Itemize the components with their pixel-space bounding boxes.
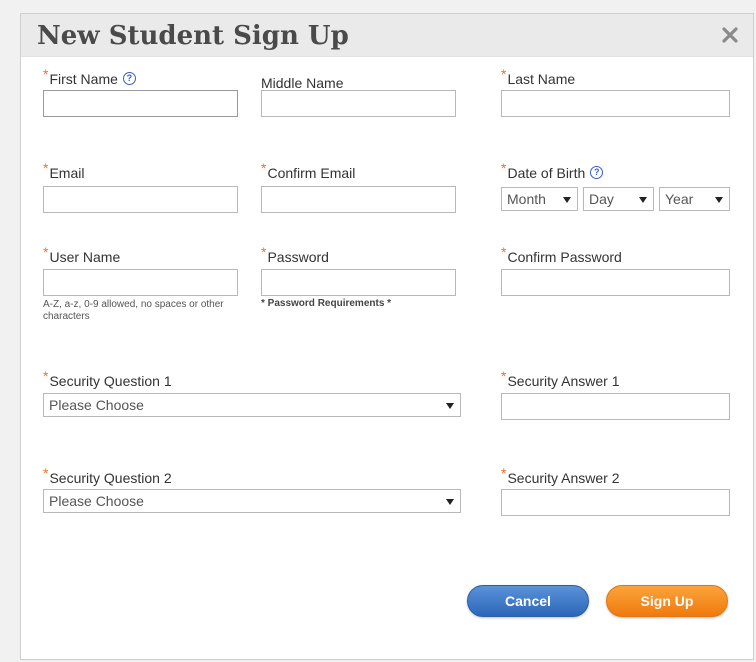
required-marker: * [501,465,507,481]
password-label: *Password [261,244,329,265]
dialog-title: New Student Sign Up [37,21,349,51]
required-marker: * [501,160,507,176]
dob-month-select[interactable]: Month [501,187,578,211]
date-of-birth-label: *Date of Birth? [501,160,604,182]
security-answer-1-label: *Security Answer 1 [501,368,620,389]
email-input[interactable] [43,186,238,213]
sign-up-button[interactable]: Sign Up [606,585,728,617]
security-answer-2-label: *Security Answer 2 [501,465,620,486]
user-name-label: *User Name [43,244,121,265]
security-question-2-select[interactable]: Please Choose [43,489,461,513]
required-marker: * [43,66,49,82]
last-name-label: *Last Name [501,66,576,87]
password-input[interactable] [261,269,456,296]
security-question-1-label: *Security Question 1 [43,368,172,389]
required-marker: * [43,465,49,481]
chevron-down-icon [446,403,454,409]
dob-year-select[interactable]: Year [659,187,730,211]
security-question-1-select[interactable]: Please Choose [43,393,461,417]
middle-name-input[interactable] [261,90,456,117]
help-icon[interactable]: ? [122,72,136,85]
first-name-label: *First Name? [43,66,136,88]
required-marker: * [43,368,49,384]
dob-day-select[interactable]: Day [583,187,654,211]
required-marker: * [501,368,507,384]
confirm-email-label: *Confirm Email [261,160,356,181]
last-name-input[interactable] [501,90,730,117]
required-marker: * [43,160,49,176]
confirm-email-input[interactable] [261,186,456,213]
chevron-down-icon [715,197,723,203]
security-question-2-label: *Security Question 2 [43,465,172,486]
help-icon[interactable]: ? [590,166,604,179]
chevron-down-icon [446,499,454,505]
chevron-down-icon [639,197,647,203]
dialog-titlebar: New Student Sign Up [21,14,753,57]
security-answer-2-input[interactable] [501,489,730,516]
user-name-input[interactable] [43,269,238,296]
required-marker: * [501,244,507,260]
email-label: *Email [43,160,85,181]
cancel-button[interactable]: Cancel [467,585,589,617]
confirm-password-input[interactable] [501,269,730,296]
close-icon[interactable] [719,24,741,46]
confirm-password-label: *Confirm Password [501,244,622,265]
chevron-down-icon [563,197,571,203]
user-name-hint: A-Z, a-z, 0-9 allowed, no spaces or othe… [43,299,224,322]
required-marker: * [261,160,267,176]
required-marker: * [501,66,507,82]
security-answer-1-input[interactable] [501,393,730,420]
first-name-input[interactable] [43,90,238,117]
sign-up-dialog: New Student Sign Up *First Name? Middle … [20,13,754,660]
required-marker: * [261,244,267,260]
required-marker: * [43,244,49,260]
password-requirements-link[interactable]: * Password Requirements * [261,298,391,309]
middle-name-label: Middle Name [261,75,344,91]
